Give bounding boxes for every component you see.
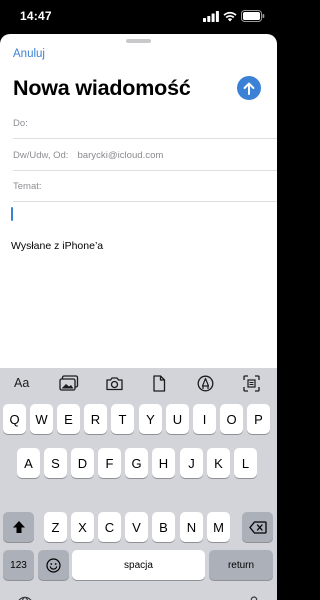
key-r[interactable]: R bbox=[84, 404, 107, 434]
key-j[interactable]: J bbox=[180, 448, 203, 478]
camera-button[interactable] bbox=[105, 374, 124, 392]
emoji-icon bbox=[46, 557, 61, 573]
signature-text[interactable]: Wysłane z iPhone’a bbox=[11, 240, 103, 252]
scan-document-button[interactable] bbox=[243, 374, 260, 392]
return-key[interactable]: return bbox=[209, 550, 273, 580]
arrow-up-icon bbox=[243, 82, 255, 95]
compose-sheet: Anuluj Nowa wiadomość Do: Dw/Udw, Od: ba… bbox=[0, 34, 277, 600]
key-f[interactable]: F bbox=[98, 448, 121, 478]
key-v[interactable]: V bbox=[125, 512, 148, 542]
to-field[interactable]: Do: bbox=[13, 108, 277, 139]
key-q[interactable]: Q bbox=[3, 404, 26, 434]
globe-button[interactable] bbox=[16, 596, 34, 600]
wifi-icon bbox=[223, 11, 237, 21]
key-d[interactable]: D bbox=[71, 448, 94, 478]
sheet-grabber[interactable] bbox=[126, 39, 151, 43]
status-time: 14:47 bbox=[20, 9, 52, 23]
from-address: barycki@icloud.com bbox=[77, 149, 164, 161]
battery-icon bbox=[241, 10, 265, 22]
attach-document-button[interactable] bbox=[152, 374, 166, 392]
key-m[interactable]: M bbox=[207, 512, 230, 542]
text-cursor bbox=[11, 207, 13, 221]
key-t[interactable]: T bbox=[111, 404, 134, 434]
to-label: Do: bbox=[13, 117, 28, 129]
document-icon bbox=[153, 374, 166, 392]
key-n[interactable]: N bbox=[180, 512, 203, 542]
subject-field[interactable]: Temat: bbox=[13, 171, 277, 202]
key-c[interactable]: C bbox=[98, 512, 121, 542]
status-icons bbox=[203, 9, 265, 23]
markup-pen-icon bbox=[197, 375, 214, 391]
key-g[interactable]: G bbox=[125, 448, 148, 478]
camera-icon bbox=[106, 376, 123, 390]
shift-arrow-icon bbox=[12, 521, 25, 533]
shift-key[interactable] bbox=[3, 512, 34, 542]
photo-icon bbox=[59, 375, 79, 391]
key-i[interactable]: I bbox=[193, 404, 216, 434]
keyboard: Aa Q W E R T Y U I O P A S D F G H J K L… bbox=[0, 368, 277, 600]
backspace-icon bbox=[248, 520, 267, 534]
text-format-button[interactable]: Aa bbox=[14, 374, 29, 392]
signal-icon bbox=[203, 10, 219, 22]
key-w[interactable]: W bbox=[30, 404, 53, 434]
scan-icon bbox=[243, 374, 260, 392]
subject-label: Temat: bbox=[13, 180, 42, 192]
cancel-button[interactable]: Anuluj bbox=[13, 48, 45, 60]
dictation-button[interactable] bbox=[247, 596, 261, 600]
send-button[interactable] bbox=[237, 76, 261, 100]
key-y[interactable]: Y bbox=[139, 404, 162, 434]
key-b[interactable]: B bbox=[152, 512, 175, 542]
cc-label: Dw/Udw, Od: bbox=[13, 149, 69, 161]
key-x[interactable]: X bbox=[71, 512, 94, 542]
emoji-key[interactable] bbox=[38, 550, 69, 580]
photo-library-button[interactable] bbox=[59, 374, 79, 392]
key-o[interactable]: O bbox=[220, 404, 243, 434]
key-e[interactable]: E bbox=[57, 404, 80, 434]
microphone-icon bbox=[250, 596, 258, 600]
globe-icon bbox=[18, 596, 32, 600]
key-l[interactable]: L bbox=[234, 448, 257, 478]
delete-key[interactable] bbox=[242, 512, 273, 542]
status-bar: 14:47 bbox=[0, 0, 277, 34]
key-s[interactable]: S bbox=[44, 448, 67, 478]
key-z[interactable]: Z bbox=[44, 512, 67, 542]
key-a[interactable]: A bbox=[17, 448, 40, 478]
format-toolbar: Aa bbox=[0, 368, 277, 398]
key-k[interactable]: K bbox=[207, 448, 230, 478]
markup-button[interactable] bbox=[197, 374, 214, 392]
key-h[interactable]: H bbox=[152, 448, 175, 478]
key-u[interactable]: U bbox=[166, 404, 189, 434]
numbers-key[interactable]: 123 bbox=[3, 550, 34, 580]
cc-bcc-from-field[interactable]: Dw/Udw, Od: barycki@icloud.com bbox=[13, 140, 277, 171]
key-p[interactable]: P bbox=[247, 404, 270, 434]
space-key[interactable]: spacja bbox=[72, 550, 205, 580]
page-title: Nowa wiadomość bbox=[13, 76, 191, 100]
